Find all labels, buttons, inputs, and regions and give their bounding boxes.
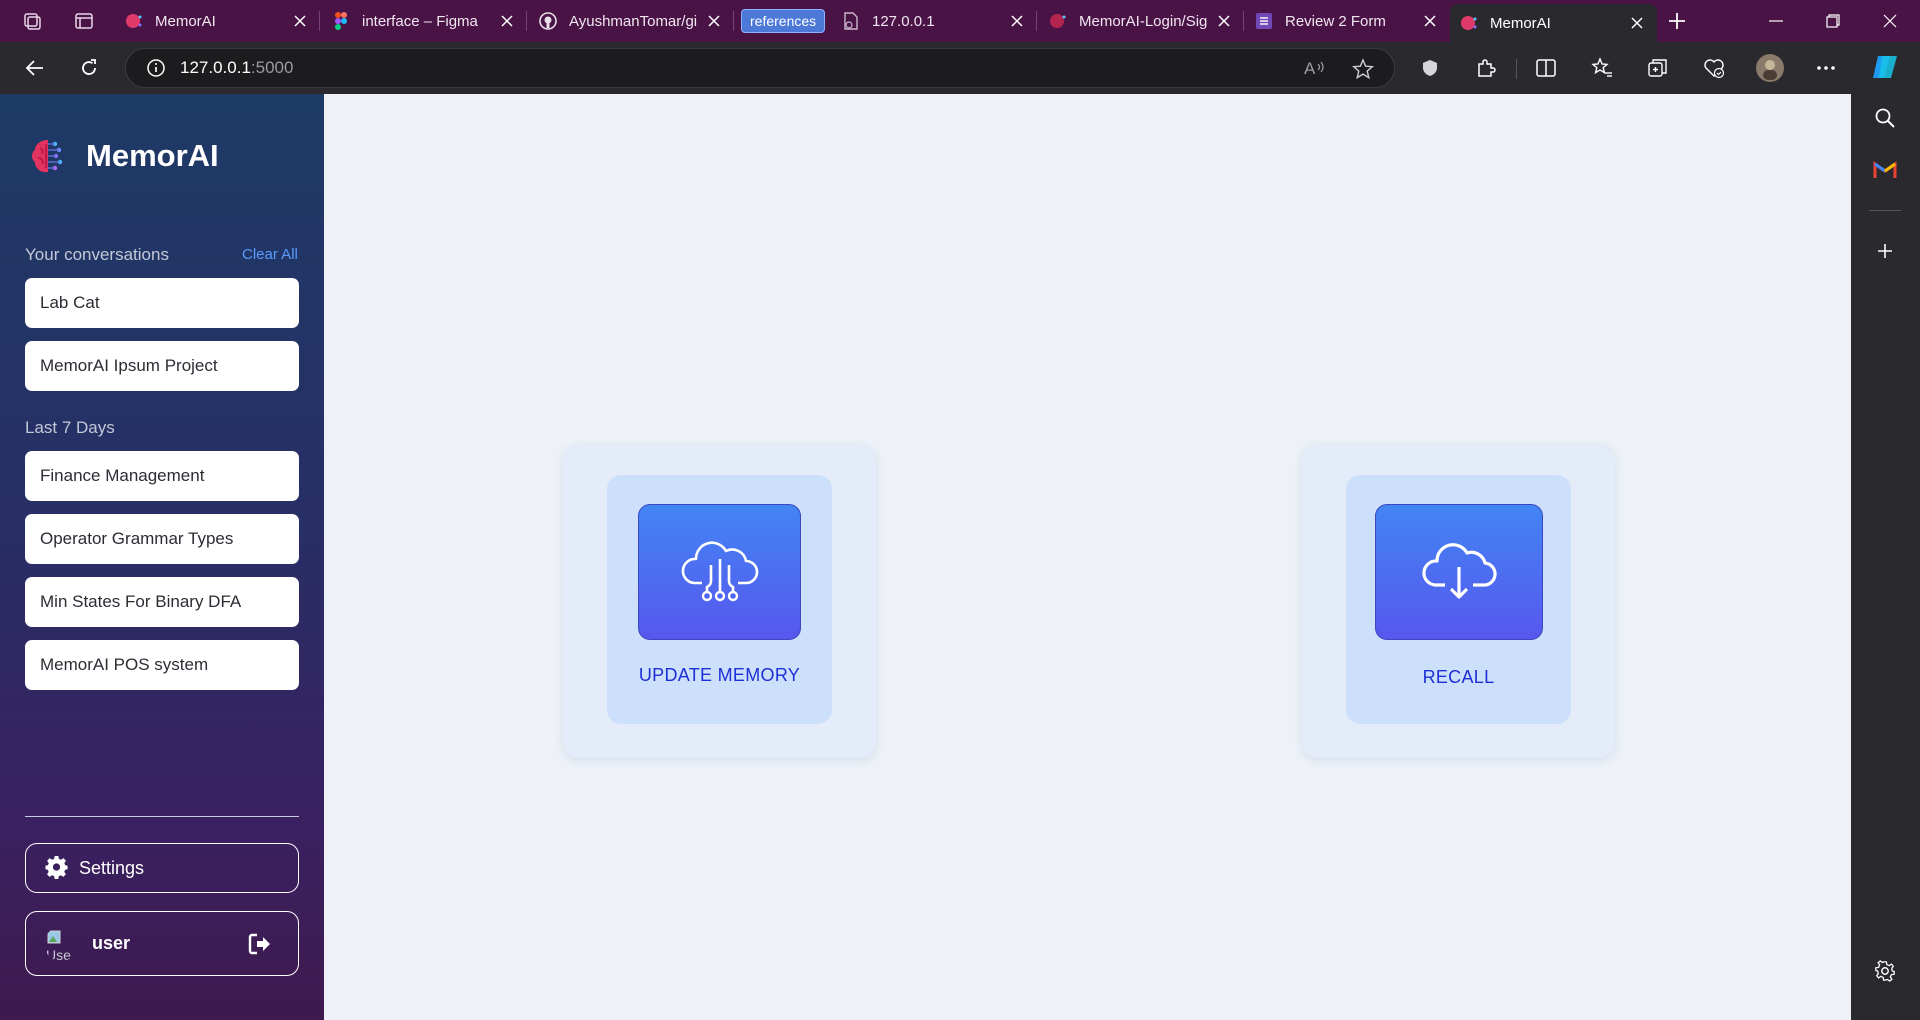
conversation-item[interactable]: MemorAI Ipsum Project: [25, 341, 299, 391]
conversations-heading: Your conversations: [25, 245, 169, 264]
conversation-item[interactable]: Lab Cat: [25, 278, 299, 328]
update-memory-card[interactable]: UPDATE MEMORY: [563, 445, 876, 758]
tab-memorai-active[interactable]: MemorAI: [1450, 4, 1657, 42]
favorite-star-icon[interactable]: [1352, 58, 1374, 80]
memorai-brain-icon: [1460, 14, 1478, 32]
favorites-icon[interactable]: [1578, 44, 1626, 92]
recall-button[interactable]: [1375, 504, 1543, 640]
read-aloud-icon[interactable]: A: [1304, 58, 1326, 78]
forms-icon: [1255, 12, 1273, 30]
extensions-puzzle-icon[interactable]: [1462, 44, 1510, 92]
close-icon[interactable]: [1627, 13, 1647, 33]
memorai-brain-icon: [1049, 12, 1067, 30]
page-error-icon: [842, 12, 860, 30]
window-close-icon[interactable]: [1862, 0, 1918, 42]
main-content: UPDATE MEMORY RECALL: [324, 94, 1851, 1020]
recall-card[interactable]: RECALL: [1302, 445, 1615, 758]
browser-edge-sidebar: [1851, 42, 1920, 1020]
avatar[interactable]: Use: [44, 927, 78, 961]
add-sidebar-app-icon[interactable]: [1863, 229, 1907, 273]
sidebar-divider: [25, 816, 299, 817]
cloud-download-icon: [1421, 541, 1497, 603]
memorai-brain-icon: [125, 12, 143, 30]
tab-actions-icon[interactable]: [63, 0, 105, 42]
refresh-icon[interactable]: [65, 44, 113, 92]
browser-tab-strip: MemorAI interface – Figma AyushmanTomar/…: [0, 0, 1920, 42]
address-bar[interactable]: 127.0.0.1:5000 A: [125, 48, 1395, 88]
url-host: 127.0.0.1: [180, 58, 251, 77]
collections-icon[interactable]: [1634, 44, 1682, 92]
browser-essentials-icon[interactable]: [1690, 44, 1738, 92]
browser-toolbar: 127.0.0.1:5000 A: [0, 42, 1920, 94]
conversation-item[interactable]: MemorAI POS system: [25, 640, 299, 690]
close-icon[interactable]: [704, 11, 724, 31]
last-7-days-heading: Last 7 Days: [25, 418, 115, 437]
tab-group-pill: references: [741, 9, 826, 33]
more-options-icon[interactable]: [1802, 44, 1850, 92]
settings-button[interactable]: Settings: [25, 843, 299, 893]
update-memory-label[interactable]: UPDATE MEMORY: [607, 665, 832, 686]
close-icon[interactable]: [497, 11, 517, 31]
profile-avatar[interactable]: [1746, 44, 1794, 92]
tab-label: MemorAI: [1490, 14, 1551, 32]
back-icon[interactable]: [11, 44, 59, 92]
restore-icon[interactable]: [1805, 0, 1861, 42]
app-sidebar: MemorAI Your conversations Clear All Lab…: [0, 94, 324, 1020]
recall-label[interactable]: RECALL: [1346, 667, 1571, 688]
tab-label: 127.0.0.1: [872, 12, 935, 30]
tab-label: Review 2 Form: [1285, 12, 1386, 30]
extension-shield-icon[interactable]: [1406, 44, 1454, 92]
user-profile-card: Use user: [25, 911, 299, 976]
tab-memorai-login[interactable]: MemorAI-Login/Sig: [1039, 0, 1244, 42]
new-tab-icon[interactable]: [1656, 0, 1698, 42]
search-icon[interactable]: [1863, 96, 1907, 140]
tab-figma[interactable]: interface – Figma: [322, 0, 527, 42]
update-memory-button[interactable]: [638, 504, 801, 640]
tab-label: MemorAI-Login/Sig: [1079, 12, 1208, 30]
settings-label: Settings: [79, 857, 145, 878]
recall-panel: RECALL: [1346, 475, 1571, 724]
split-screen-icon[interactable]: [1522, 44, 1570, 92]
svg-text:A: A: [1304, 59, 1316, 78]
close-icon[interactable]: [1420, 11, 1440, 31]
copilot-icon[interactable]: [1863, 45, 1907, 89]
gear-icon: [45, 856, 69, 880]
tab-label: AyushmanTomar/gi: [569, 12, 698, 30]
tab-label: MemorAI: [155, 12, 216, 30]
tab-github[interactable]: AyushmanTomar/gi: [529, 0, 734, 42]
gmail-icon[interactable]: [1863, 148, 1907, 192]
close-icon[interactable]: [290, 11, 310, 31]
logout-icon[interactable]: [240, 924, 280, 964]
sidebar-settings-icon[interactable]: [1863, 949, 1907, 993]
url-port: :5000: [250, 58, 294, 77]
conversation-item[interactable]: Finance Management: [25, 451, 299, 501]
conversation-item[interactable]: Operator Grammar Types: [25, 514, 299, 564]
cloud-network-icon: [680, 537, 760, 607]
tab-label: interface – Figma: [362, 12, 478, 30]
site-info-icon[interactable]: [146, 58, 166, 78]
tab-localhost[interactable]: 127.0.0.1: [832, 0, 1037, 42]
avatar-alt-text: Use: [46, 947, 71, 961]
conversation-item[interactable]: Min States For Binary DFA: [25, 577, 299, 627]
brand-name: MemorAI: [86, 138, 219, 173]
workspaces-icon[interactable]: [11, 0, 53, 42]
tab-group-references[interactable]: references: [733, 0, 829, 42]
update-memory-panel: UPDATE MEMORY: [607, 475, 832, 724]
url-text: 127.0.0.1:5000: [180, 58, 293, 78]
figma-icon: [332, 12, 350, 30]
clear-all-button[interactable]: Clear All: [242, 246, 298, 263]
toolbar-divider: [1516, 59, 1517, 79]
tab-review-form[interactable]: Review 2 Form: [1245, 0, 1450, 42]
brand[interactable]: MemorAI: [28, 134, 219, 178]
close-icon[interactable]: [1007, 11, 1027, 31]
tab-memorai[interactable]: MemorAI: [115, 0, 320, 42]
memorai-brain-logo-icon: [28, 134, 72, 178]
user-name: user: [92, 933, 131, 953]
minimize-icon[interactable]: [1748, 0, 1804, 42]
edge-divider: [1869, 210, 1901, 211]
github-icon: [539, 12, 557, 30]
close-icon[interactable]: [1214, 11, 1234, 31]
